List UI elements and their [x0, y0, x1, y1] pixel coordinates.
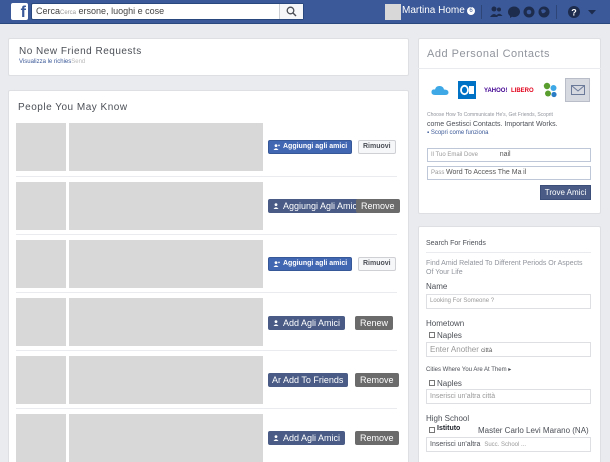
add-friend-icon: [273, 435, 279, 441]
divider: [418, 68, 601, 69]
learn-more-link[interactable]: ▪ Scopri come funziona: [427, 130, 489, 136]
friend-requests-icon[interactable]: [489, 5, 503, 19]
avatar[interactable]: [16, 356, 66, 404]
cities-checkbox[interactable]: [429, 380, 435, 386]
add-friend-button[interactable]: Aggiungi Agli Amici: [268, 199, 365, 213]
divider: [16, 234, 397, 235]
email-provider-button[interactable]: [565, 78, 590, 102]
avatar[interactable]: [16, 123, 66, 171]
avatar[interactable]: [16, 298, 66, 346]
profile-name-link[interactable]: Martina Home: [402, 5, 465, 16]
libero-icon[interactable]: LIBERO: [511, 88, 534, 94]
find-friends-button[interactable]: Trove Amici: [540, 185, 591, 200]
mail-icon: [571, 85, 585, 95]
add-friend-icon: [273, 320, 279, 326]
messages-icon[interactable]: [507, 5, 521, 19]
name-input[interactable]: Looking For Someone ?: [426, 294, 591, 309]
add-friend-button[interactable]: Aggiungi agli amici: [268, 140, 353, 154]
remove-button[interactable]: Remove: [356, 199, 400, 213]
hometown-option: Naples: [437, 331, 462, 340]
divider: [16, 292, 397, 293]
person-info: [69, 123, 263, 171]
remove-button[interactable]: Rimuovi: [358, 257, 396, 271]
people-icon[interactable]: [540, 80, 560, 100]
chevron-right-icon: ▸: [508, 367, 512, 373]
divider: [16, 350, 397, 351]
search-friends-description: Find Amid Related To Different Periods O…: [426, 260, 583, 276]
user-badge: 6: [467, 7, 475, 15]
remove-button[interactable]: Rimuovi: [358, 140, 396, 154]
pymk-title: People You May Know: [18, 102, 128, 113]
avatar[interactable]: [385, 4, 401, 20]
add-friend-button[interactable]: Add Agli Amici: [268, 316, 346, 330]
divider: [16, 408, 397, 409]
info-icon: ▪: [427, 130, 430, 136]
svg-text:?: ?: [571, 8, 577, 18]
top-bar: f CercaCerca ersone, luoghi e cose Marti…: [0, 0, 610, 24]
avatar[interactable]: [16, 240, 66, 288]
password-field[interactable]: Pass Word To Access The Ma il: [427, 166, 591, 180]
add-friend-icon: [273, 203, 279, 209]
high-school-option: Master Carlo Levi Marano (NA): [478, 426, 589, 435]
person-info: [69, 240, 263, 288]
person-info: [69, 356, 263, 404]
yahoo-icon[interactable]: YAHOO!: [484, 88, 507, 94]
cities-input[interactable]: Inserisci un'altra città: [426, 389, 591, 404]
add-friend-icon: [273, 261, 280, 267]
facebook-logo[interactable]: f: [11, 3, 28, 20]
cloud-icon[interactable]: [430, 80, 450, 100]
search-text: CercaCerca ersone, luoghi e cose: [36, 6, 165, 16]
person-info: [69, 182, 263, 230]
high-school-checkbox[interactable]: [429, 427, 435, 433]
remove-button[interactable]: Renew: [355, 316, 394, 330]
remove-button[interactable]: Remove: [355, 373, 399, 387]
chevron-down-icon[interactable]: [585, 5, 599, 19]
high-school-option: Istituto: [437, 425, 461, 432]
high-school-input[interactable]: Inserisci un'altra Succ. School ...: [426, 437, 591, 452]
outlook-icon[interactable]: [457, 80, 477, 100]
add-friend-button[interactable]: Aggiungi agli amici: [268, 257, 353, 271]
contacts-description: Choose How To Communicate He's, Get Frie…: [427, 112, 553, 118]
search-icon: [286, 6, 297, 17]
divider: [556, 5, 557, 19]
hometown-label: Hometown: [426, 319, 465, 328]
search-friends-title: Search For Friends: [426, 240, 486, 247]
friend-requests-title: No New Friend Requests: [19, 46, 142, 57]
add-friend-icon: [273, 144, 280, 150]
globe-icon[interactable]: [537, 5, 551, 19]
remove-button[interactable]: Remove: [355, 431, 399, 445]
cities-label: Cities Where You Are At Them ▸: [426, 367, 512, 373]
add-friend-button[interactable]: Ar Add To Friends: [268, 373, 349, 387]
add-friend-button[interactable]: Add Agli Amici: [268, 431, 346, 445]
add-contacts-title: Add Personal Contacts: [427, 48, 551, 60]
high-school-label: High School: [426, 414, 470, 423]
divider: [426, 252, 591, 253]
divider: [16, 176, 397, 177]
friend-requests-card: [8, 38, 409, 76]
view-requests-link[interactable]: Visualizza le richiesSend: [19, 59, 85, 65]
contacts-description: come Gestisci Contacts. Important Works.: [427, 121, 558, 128]
person-info: [69, 414, 263, 462]
divider: [481, 5, 482, 19]
notifications-icon[interactable]: [522, 5, 536, 19]
hometown-input[interactable]: Enter Another città: [426, 342, 591, 357]
search-input[interactable]: CercaCerca ersone, luoghi e cose: [31, 3, 304, 20]
hometown-checkbox[interactable]: [429, 332, 435, 338]
avatar[interactable]: [16, 414, 66, 462]
person-info: [69, 298, 263, 346]
name-label: Name: [426, 282, 448, 291]
avatar[interactable]: [16, 182, 66, 230]
email-field[interactable]: Il Tuo Email Dove nail: [427, 148, 591, 162]
help-icon[interactable]: ?: [567, 5, 581, 19]
search-button[interactable]: [279, 4, 303, 19]
cities-option: Naples: [437, 379, 462, 388]
